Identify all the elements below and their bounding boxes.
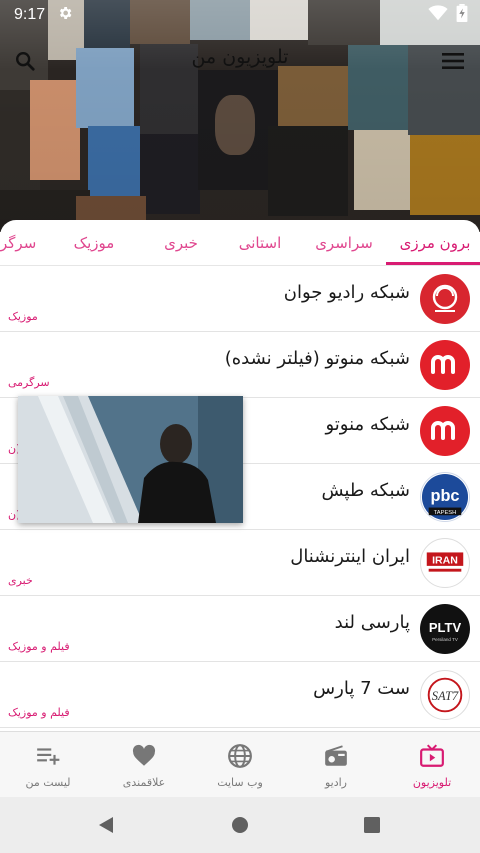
channel-name: شبکه منوتو bbox=[325, 414, 410, 435]
category-tabs: برون مرزی سراسری استانی خبری موزیک سرگر bbox=[0, 220, 480, 266]
pbc-logo-text: pbc bbox=[430, 487, 459, 505]
nav-label: وب سایت bbox=[217, 776, 263, 789]
channel-category: موزیک bbox=[8, 310, 38, 323]
radio-javan-logo bbox=[420, 274, 470, 324]
app-bar: تلویزیون من bbox=[0, 36, 480, 86]
status-bar: 9:17 bbox=[0, 0, 480, 30]
plt-v-logo: PLTV Persiland TV bbox=[420, 604, 470, 654]
tab-sarasari[interactable]: سراسری bbox=[304, 220, 384, 265]
channel-name: شبکه رادیو جوان bbox=[283, 282, 410, 303]
sat7-pars-logo: SAT7 bbox=[420, 670, 470, 720]
home-circle-icon[interactable] bbox=[226, 811, 254, 839]
battery-icon bbox=[456, 4, 468, 26]
channel-category: فیلم و موزیک bbox=[8, 640, 70, 653]
nav-label: علاقمندی bbox=[122, 776, 166, 789]
pbc-logo-subtext: TAPESH bbox=[434, 510, 457, 516]
list-item[interactable]: PLTV Persiland TV پارسی لند فیلم و موزیک bbox=[0, 596, 480, 662]
globe-icon bbox=[226, 742, 254, 770]
channel-name: ایران اینترنشنال bbox=[290, 546, 410, 567]
status-time: 9:17 bbox=[14, 6, 46, 23]
channel-name: ست 7 پارس bbox=[313, 678, 410, 699]
channel-category: فیلم و موزیک bbox=[8, 706, 70, 719]
header-banner: 9:17 تلویزیون من bbox=[0, 0, 480, 232]
nav-favorites[interactable]: علاقمندی bbox=[96, 732, 192, 798]
plt-logo-subtext: Persiland TV bbox=[432, 637, 458, 642]
sat7-logo-text: SAT7 bbox=[432, 689, 459, 703]
radio-icon bbox=[322, 742, 350, 770]
manoto-logo bbox=[420, 340, 470, 390]
playlist-add-icon bbox=[34, 742, 62, 770]
list-item[interactable]: IRAN ایران اینترنشنال خبری bbox=[0, 530, 480, 596]
channel-name: پارسی لند bbox=[334, 612, 410, 633]
channel-name: شبکه طپش bbox=[321, 480, 410, 501]
search-icon[interactable] bbox=[12, 48, 38, 74]
settings-gear-icon bbox=[57, 5, 73, 25]
system-navigation-bar bbox=[0, 797, 480, 853]
tab-sargarmi[interactable]: سرگر bbox=[0, 220, 44, 265]
list-item[interactable]: SAT7 ست 7 پارس فیلم و موزیک bbox=[0, 662, 480, 728]
nav-label: لیست من bbox=[25, 776, 71, 789]
recents-square-icon[interactable] bbox=[358, 811, 386, 839]
nav-my-list[interactable]: لیست من bbox=[0, 732, 96, 798]
bottom-navigation: تلویزیون رادیو وب سایت علاقمندی لیست من bbox=[0, 731, 480, 797]
tab-khabari[interactable]: خبری bbox=[148, 220, 214, 265]
heart-icon bbox=[130, 742, 158, 770]
list-item[interactable]: شبکه رادیو جوان موزیک bbox=[0, 266, 480, 332]
iran-international-logo: IRAN bbox=[420, 538, 470, 588]
nav-label: تلویزیون bbox=[412, 776, 452, 789]
channel-name: شبکه منوتو (فیلتر نشده) bbox=[224, 348, 410, 369]
wifi-icon bbox=[428, 5, 448, 25]
pbc-tapesh-logo: pbc TAPESH bbox=[420, 472, 470, 522]
tab-ostani[interactable]: استانی bbox=[222, 220, 298, 265]
tab-boron-marzi[interactable]: برون مرزی bbox=[390, 220, 480, 265]
channel-category: سرگرمی bbox=[8, 376, 50, 389]
nav-website[interactable]: وب سایت bbox=[192, 732, 288, 798]
nav-radio[interactable]: رادیو bbox=[288, 732, 384, 798]
nav-tv[interactable]: تلویزیون bbox=[384, 732, 480, 798]
back-triangle-icon[interactable] bbox=[92, 811, 120, 839]
nav-label: رادیو bbox=[324, 776, 347, 789]
active-tab-indicator bbox=[386, 262, 480, 265]
manoto-logo bbox=[420, 406, 470, 456]
floating-video-player[interactable] bbox=[18, 396, 243, 523]
app-title: تلویزیون من bbox=[191, 46, 289, 68]
channel-category: خبری bbox=[8, 574, 33, 587]
tab-music[interactable]: موزیک bbox=[56, 220, 132, 265]
tv-icon bbox=[418, 742, 446, 770]
plt-logo-text: PLTV bbox=[429, 620, 462, 635]
iran-logo-text: IRAN bbox=[432, 554, 458, 566]
hamburger-menu-icon[interactable] bbox=[440, 48, 466, 74]
list-item[interactable]: شبکه منوتو (فیلتر نشده) سرگرمی bbox=[0, 332, 480, 398]
